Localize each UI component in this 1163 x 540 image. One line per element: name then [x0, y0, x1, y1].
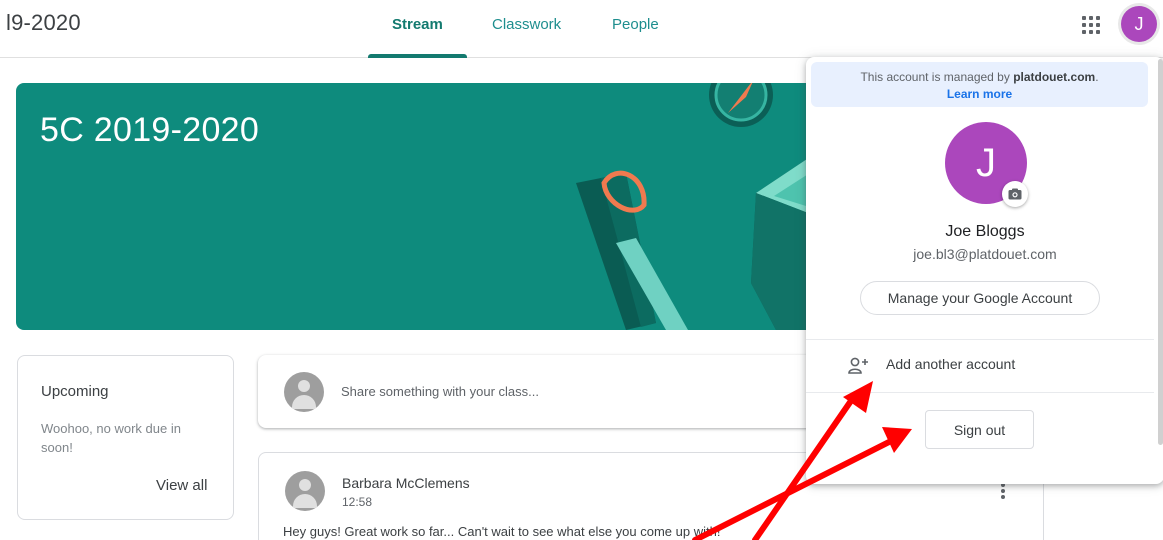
class-banner: 5C 2019-2020 [16, 83, 876, 330]
account-email: joe.bl3@platdouet.com [913, 246, 1057, 262]
divider [806, 392, 1154, 393]
active-tab-indicator [368, 54, 467, 58]
tab-people[interactable]: People [612, 16, 659, 33]
more-options-icon[interactable] [1001, 483, 1007, 503]
top-bar: l9-2020 Stream Classwork People J [0, 0, 1163, 58]
post-text: Hey guys! Great work so far... Can't wai… [283, 524, 721, 539]
apps-grid-icon[interactable] [1080, 14, 1100, 34]
account-menu: This account is managed by platdouet.com… [806, 57, 1163, 484]
account-name: Joe Bloggs [945, 223, 1025, 240]
post-author: Barbara McClemens [342, 475, 470, 491]
learn-more-link[interactable]: Learn more [811, 87, 1148, 101]
managed-domain: platdouet.com [1013, 70, 1096, 84]
tab-stream[interactable]: Stream [392, 16, 443, 33]
banner-title: 5C 2019-2020 [40, 111, 260, 149]
view-all-link[interactable]: View all [156, 477, 207, 494]
upcoming-message: Woohoo, no work due in soon! [41, 421, 181, 455]
author-avatar-icon [285, 471, 325, 511]
tab-classwork[interactable]: Classwork [492, 16, 561, 33]
managed-text: This account is managed by platdouet.com… [860, 70, 1099, 84]
menu-scrollbar[interactable] [1158, 59, 1163, 445]
post-time: 12:58 [342, 495, 373, 509]
camera-icon[interactable] [1002, 181, 1028, 207]
add-account-label: Add another account [886, 356, 1016, 372]
upcoming-card: Upcoming Woohoo, no work due in soon! Vi… [17, 355, 234, 520]
upcoming-title: Upcoming [41, 383, 109, 400]
sign-out-button[interactable]: Sign out [925, 410, 1034, 449]
manage-account-button[interactable]: Manage your Google Account [860, 281, 1100, 315]
account-avatar-button[interactable]: J [1121, 6, 1157, 42]
add-account-item[interactable]: Add another account [806, 340, 1154, 392]
user-avatar-icon [284, 372, 324, 412]
managed-account-notice: This account is managed by platdouet.com… [811, 62, 1148, 107]
add-person-icon [848, 357, 868, 374]
class-title[interactable]: l9-2020 [6, 10, 81, 36]
share-box[interactable]: Share something with your class... [258, 355, 818, 428]
share-input[interactable]: Share something with your class... [341, 384, 539, 399]
